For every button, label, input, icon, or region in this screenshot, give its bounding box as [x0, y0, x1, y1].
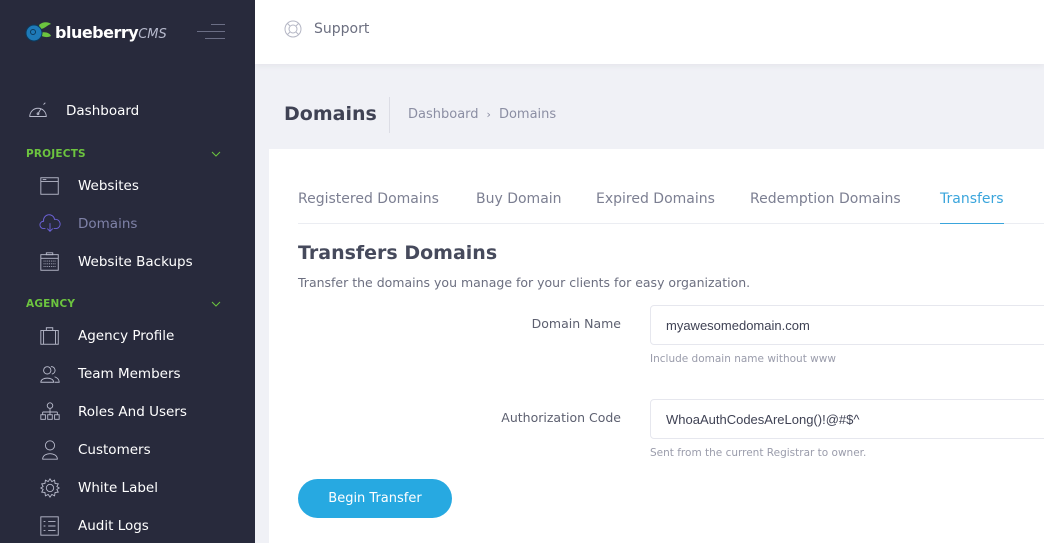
sidebar-item-label: Agency Profile	[78, 328, 175, 344]
begin-transfer-button[interactable]: Begin Transfer	[298, 479, 452, 518]
authorization-code-label: Authorization Code	[501, 410, 621, 425]
support-label: Support	[314, 21, 370, 37]
hamburger-line	[205, 38, 225, 39]
content-card: Registered Domains Buy Domain Expired Do…	[269, 149, 1044, 543]
sidebar-item-label: Team Members	[78, 366, 181, 382]
chevron-down-icon[interactable]	[211, 151, 221, 157]
sidebar-item-label: Websites	[78, 178, 139, 194]
authorization-code-input[interactable]	[650, 399, 1044, 439]
page-title: Domains	[284, 103, 377, 125]
breadcrumb-dashboard[interactable]: Dashboard	[408, 107, 479, 122]
sidebar-item-audit-logs[interactable]: Audit Logs	[38, 511, 238, 541]
sidebar-item-label: Audit Logs	[78, 518, 149, 534]
browser-window-icon	[38, 174, 62, 198]
authorization-code-help: Sent from the current Registrar to owner…	[650, 447, 867, 459]
domain-name-input[interactable]	[650, 305, 1044, 345]
tab-transfers[interactable]: Transfers	[940, 191, 1004, 224]
brand-name-suffix: CMS	[138, 26, 167, 42]
gear-icon	[38, 476, 62, 500]
calendar-archive-icon	[38, 250, 62, 274]
sidebar-item-website-backups[interactable]: Website Backups	[38, 247, 238, 277]
tab-expired-domains[interactable]: Expired Domains	[596, 191, 715, 224]
user-icon	[38, 438, 62, 462]
form-title: Transfers Domains	[298, 242, 498, 264]
sidebar-item-domains[interactable]: Domains	[38, 209, 238, 239]
subheader: Domains Dashboard › Domains	[255, 66, 1044, 150]
sidebar-item-agency-profile[interactable]: Agency Profile	[38, 321, 238, 351]
users-icon	[38, 362, 62, 386]
topbar: Support	[255, 0, 1044, 64]
tab-redemption-domains[interactable]: Redemption Domains	[750, 191, 901, 224]
sidebar-item-roles-and-users[interactable]: Roles And Users	[38, 397, 238, 427]
sidebar-item-label: Website Backups	[78, 254, 193, 270]
briefcase-icon	[38, 324, 62, 348]
sidebar-item-label: White Label	[78, 480, 158, 496]
speedometer-icon	[26, 99, 50, 123]
cloud-download-icon	[38, 212, 62, 236]
subheader-divider	[389, 97, 390, 133]
sidebar-item-dashboard[interactable]: Dashboard	[26, 96, 226, 126]
hamburger-line	[211, 24, 225, 25]
sidebar-item-white-label[interactable]: White Label	[38, 473, 238, 503]
sidebar-item-label: Domains	[78, 216, 138, 232]
support-link[interactable]: Support	[284, 20, 369, 38]
sidebar-section-projects: PROJECTS	[26, 148, 221, 160]
tab-buy-domain[interactable]: Buy Domain	[476, 191, 562, 224]
breadcrumb-separator: ›	[486, 108, 491, 121]
sidebar-toggle-button[interactable]	[197, 23, 225, 41]
sidebar-item-label: Roles And Users	[78, 404, 187, 420]
section-title: PROJECTS	[26, 148, 86, 160]
brand-name-bold: blueberry	[55, 22, 139, 42]
list-icon	[38, 514, 62, 538]
brand-logo[interactable]: blueberryCMS	[25, 20, 167, 44]
blueberry-logo-icon	[25, 22, 51, 42]
domain-name-label: Domain Name	[531, 316, 621, 331]
hierarchy-icon	[38, 400, 62, 424]
sidebar-section-agency: AGENCY	[26, 298, 221, 310]
sidebar-item-websites[interactable]: Websites	[38, 171, 238, 201]
sidebar-item-label: Dashboard	[66, 103, 140, 119]
brand-name: blueberryCMS	[55, 23, 167, 42]
sidebar: blueberryCMS Dashboard PROJECTS Websites	[0, 0, 255, 543]
sidebar-item-customers[interactable]: Customers	[38, 435, 238, 465]
hamburger-line	[197, 31, 225, 32]
section-title: AGENCY	[26, 298, 76, 310]
form-description: Transfer the domains you manage for your…	[298, 275, 751, 290]
domain-tabs: Registered Domains Buy Domain Expired Do…	[298, 179, 1044, 224]
chevron-down-icon[interactable]	[211, 301, 221, 307]
lifebuoy-icon	[284, 20, 302, 38]
sidebar-item-team-members[interactable]: Team Members	[38, 359, 238, 389]
sidebar-item-label: Customers	[78, 442, 151, 458]
breadcrumb-domains[interactable]: Domains	[499, 107, 556, 122]
tab-registered-domains[interactable]: Registered Domains	[298, 191, 439, 224]
breadcrumb: Dashboard › Domains	[408, 107, 556, 122]
domain-name-help: Include domain name without www	[650, 353, 836, 365]
